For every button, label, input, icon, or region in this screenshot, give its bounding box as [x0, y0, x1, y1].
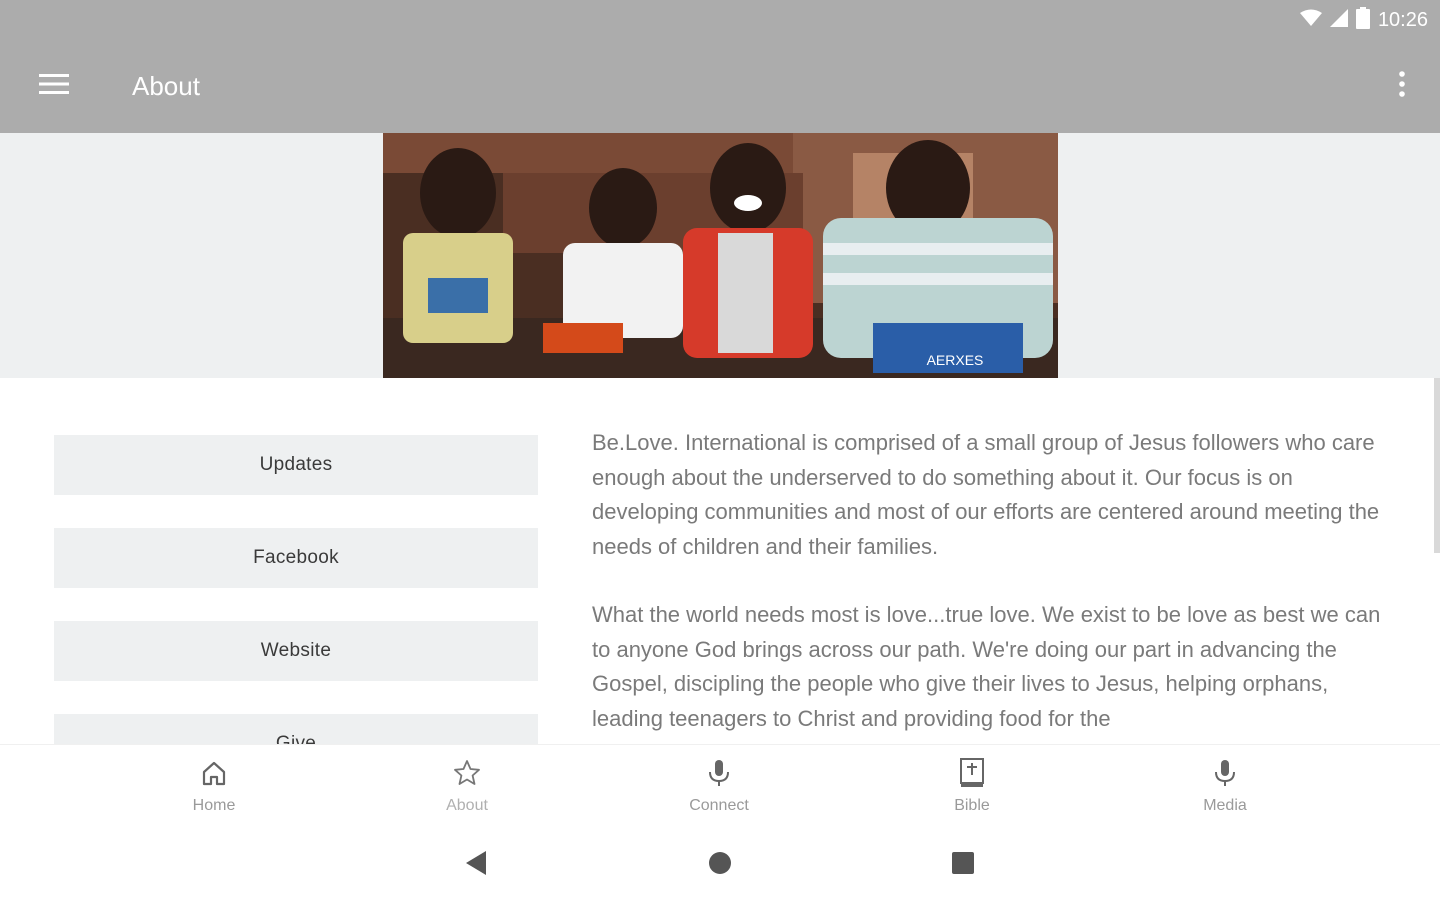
- page-title: About: [132, 71, 200, 101]
- box-caption: AERXES: [927, 352, 984, 368]
- recents-button[interactable]: [943, 850, 983, 880]
- website-button[interactable]: Website: [54, 621, 538, 681]
- about-paragraph: Be.Love. International is comprised of a…: [592, 430, 1380, 559]
- link-button-list: Updates Facebook Website Give: [54, 435, 538, 744]
- nav-label-media: Media: [1203, 797, 1247, 814]
- home-icon: [198, 757, 230, 789]
- more-vert-icon: [1399, 70, 1405, 102]
- back-button[interactable]: [456, 850, 496, 880]
- home-circle-icon: [708, 851, 732, 880]
- nav-label-bible: Bible: [954, 797, 990, 814]
- battery-icon: [1355, 6, 1370, 34]
- status-icons: 10:26: [1299, 6, 1428, 34]
- about-content[interactable]: Updates Facebook Website Give Be.Love. I…: [0, 378, 1440, 744]
- status-time: 10:26: [1377, 8, 1428, 31]
- status-bar: 10:26: [0, 0, 1440, 40]
- signal-icon: [1329, 8, 1348, 32]
- app-bar: About: [0, 40, 1440, 133]
- nav-label-home: Home: [192, 797, 236, 814]
- system-navigation: [0, 832, 1440, 900]
- menu-button[interactable]: [30, 68, 78, 104]
- back-icon: [464, 850, 488, 881]
- nav-label-connect: Connect: [689, 797, 749, 814]
- nav-label-about: About: [446, 797, 488, 814]
- hero-band: AERXES: [0, 133, 1440, 378]
- nav-item-bible[interactable]: Bible: [902, 757, 1042, 827]
- microphone-icon: [1209, 757, 1241, 789]
- updates-button[interactable]: Updates: [54, 435, 538, 495]
- bottom-navigation: Home About Connect Bible Media: [0, 744, 1440, 832]
- facebook-button[interactable]: Facebook: [54, 528, 538, 588]
- hero-image: AERXES: [383, 133, 1058, 378]
- overflow-menu-button[interactable]: [1390, 66, 1414, 106]
- nav-item-media[interactable]: Media: [1155, 757, 1295, 827]
- wifi-icon: [1299, 9, 1322, 32]
- about-description: Be.Love. International is comprised of a…: [592, 426, 1392, 744]
- home-system-button[interactable]: [700, 850, 740, 880]
- recents-icon: [951, 851, 975, 880]
- nav-item-home[interactable]: Home: [144, 757, 284, 827]
- nav-item-about[interactable]: About: [397, 757, 537, 827]
- hamburger-menu-icon: [39, 73, 69, 100]
- scrollbar[interactable]: [1434, 378, 1440, 553]
- nav-item-connect[interactable]: Connect: [649, 757, 789, 827]
- bible-icon: [956, 757, 988, 789]
- give-button[interactable]: Give: [54, 714, 538, 744]
- about-paragraph: What the world needs most is love...true…: [592, 602, 1381, 731]
- star-icon: [451, 757, 483, 789]
- microphone-icon: [703, 757, 735, 789]
